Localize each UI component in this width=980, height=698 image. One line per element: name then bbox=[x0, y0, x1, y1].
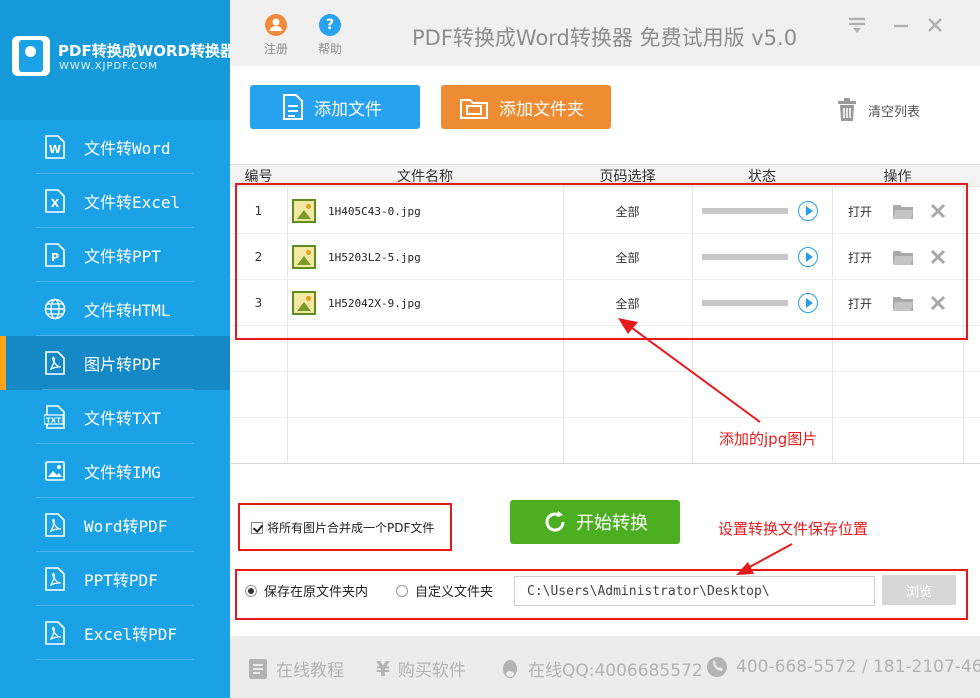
yen-icon: ¥ bbox=[376, 656, 390, 681]
svg-text:W: W bbox=[49, 143, 61, 156]
sidebar-nav: W 文件转Word X 文件转Excel P 文件转PPT 文件转HTML 图片… bbox=[0, 120, 230, 660]
minimize-icon bbox=[894, 24, 908, 28]
online-tutorial-link[interactable]: 在线教程 bbox=[248, 656, 344, 681]
start-convert-button[interactable]: 开始转换 bbox=[510, 500, 680, 544]
title-bar: 注册 ? 帮助 PDF转换成Word转换器 免费试用版 v5.0 bbox=[230, 0, 980, 66]
image-icon bbox=[44, 459, 66, 483]
pdf-file-icon bbox=[44, 351, 66, 375]
user-icon bbox=[265, 14, 287, 36]
app-logo-icon bbox=[12, 36, 50, 76]
logo-title: PDF转换成WORD转换器 bbox=[58, 42, 235, 60]
pdf-file-icon bbox=[44, 567, 66, 591]
add-file-icon bbox=[283, 94, 303, 120]
footer: 在线教程 ¥ 购买软件 在线QQ:4006685572 400-668-5572… bbox=[230, 636, 980, 698]
sidebar-item-file-to-img[interactable]: 文件转IMG bbox=[0, 444, 230, 498]
clear-list-button[interactable]: 清空列表 bbox=[836, 98, 920, 122]
svg-text:TXT: TXT bbox=[46, 417, 61, 425]
sidebar-item-label: 文件转TXT bbox=[84, 409, 161, 428]
sidebar-item-word-to-pdf[interactable]: Word转PDF bbox=[0, 498, 230, 552]
logo-url: WWW.XJPDF.COM bbox=[59, 61, 159, 72]
add-file-label: 添加文件 bbox=[314, 99, 382, 120]
merge-option[interactable]: 将所有图片合并成一个PDF文件 bbox=[251, 519, 434, 536]
minimize-button[interactable] bbox=[890, 14, 912, 36]
close-icon bbox=[928, 18, 942, 32]
buy-software-label: 购买软件 bbox=[397, 661, 466, 681]
custom-folder-radio[interactable] bbox=[396, 584, 408, 597]
add-file-button[interactable]: 添加文件 bbox=[250, 85, 420, 129]
online-qq-link[interactable]: 在线QQ:4006685572 bbox=[500, 656, 703, 681]
trash-icon bbox=[838, 98, 856, 121]
annotation-save-note: 设置转换文件保存位置 bbox=[718, 520, 869, 538]
sidebar-item-image-to-pdf[interactable]: 图片转PDF bbox=[0, 336, 230, 390]
sidebar-item-ppt-to-pdf[interactable]: PPT转PDF bbox=[0, 552, 230, 606]
sidebar-item-file-to-excel[interactable]: X 文件转Excel bbox=[0, 174, 230, 228]
sidebar-item-label: Word转PDF bbox=[84, 517, 168, 536]
sidebar-item-label: 文件转Word bbox=[84, 139, 171, 158]
sidebar-item-label: 图片转PDF bbox=[84, 355, 161, 374]
sidebar-item-label: 文件转IMG bbox=[84, 463, 161, 482]
sidebar-item-file-to-txt[interactable]: TXT 文件转TXT bbox=[0, 390, 230, 444]
sidebar-item-label: PPT转PDF bbox=[84, 571, 158, 590]
add-folder-button[interactable]: 添加文件夹 bbox=[441, 85, 611, 129]
annotation-arrow-rows bbox=[618, 318, 761, 423]
buy-software-link[interactable]: ¥ 购买软件 bbox=[376, 656, 466, 682]
online-qq-label: 在线QQ:4006685572 bbox=[528, 661, 703, 681]
online-tutorial-label: 在线教程 bbox=[276, 661, 344, 681]
phone-label: 400-668-5572 / 181-2107-4602 bbox=[736, 657, 980, 677]
merge-label: 将所有图片合并成一个PDF文件 bbox=[267, 521, 435, 535]
txt-file-icon: TXT bbox=[44, 405, 66, 429]
refresh-icon bbox=[545, 511, 565, 532]
menu-icon bbox=[849, 17, 865, 33]
sidebar-item-file-to-ppt[interactable]: P 文件转PPT bbox=[0, 228, 230, 282]
app-title: PDF转换成Word转换器 免费试用版 v5.0 bbox=[412, 26, 798, 50]
pdf-file-icon bbox=[44, 621, 66, 645]
sidebar-item-label: 文件转PPT bbox=[84, 247, 161, 266]
logo-area: PDF转换成WORD转换器 WWW.XJPDF.COM bbox=[0, 0, 235, 120]
add-folder-icon bbox=[460, 99, 488, 119]
save-original-option[interactable]: 保存在原文件夹内 bbox=[245, 581, 368, 600]
sidebar-item-file-to-html[interactable]: 文件转HTML bbox=[0, 282, 230, 336]
browse-button[interactable]: 浏览 bbox=[882, 575, 956, 605]
save-path-input[interactable] bbox=[514, 576, 875, 606]
help-button[interactable]: ? 帮助 bbox=[310, 14, 350, 57]
pdf-file-icon bbox=[44, 513, 66, 537]
qq-penguin-icon bbox=[503, 659, 517, 678]
sidebar-item-label: 文件转Excel bbox=[84, 193, 181, 212]
register-label: 注册 bbox=[263, 42, 288, 56]
help-label: 帮助 bbox=[317, 42, 342, 56]
menu-button[interactable] bbox=[846, 14, 868, 36]
annotation-box-rows bbox=[235, 183, 968, 340]
word-file-icon: W bbox=[44, 135, 66, 159]
close-button[interactable] bbox=[924, 14, 946, 36]
phone-info: 400-668-5572 / 181-2107-4602 bbox=[706, 656, 980, 678]
globe-icon bbox=[44, 297, 66, 321]
svg-text:P: P bbox=[51, 251, 59, 264]
sidebar-item-label: 文件转HTML bbox=[84, 301, 171, 320]
register-button[interactable]: 注册 bbox=[256, 14, 296, 57]
ppt-file-icon: P bbox=[44, 243, 66, 267]
start-convert-label: 开始转换 bbox=[576, 513, 648, 534]
sidebar-item-file-to-word[interactable]: W 文件转Word bbox=[0, 120, 230, 174]
svg-text:X: X bbox=[51, 197, 60, 210]
clear-list-label: 清空列表 bbox=[868, 104, 921, 120]
excel-file-icon: X bbox=[44, 189, 66, 213]
phone-icon bbox=[707, 657, 727, 677]
help-icon: ? bbox=[319, 14, 341, 36]
document-icon bbox=[249, 658, 267, 679]
sidebar-item-label: Excel转PDF bbox=[84, 625, 178, 644]
merge-checkbox[interactable] bbox=[251, 521, 263, 534]
add-folder-label: 添加文件夹 bbox=[499, 99, 584, 120]
sidebar: PDF转换成WORD转换器 WWW.XJPDF.COM W 文件转Word X … bbox=[0, 0, 235, 698]
custom-folder-option[interactable]: 自定义文件夹 bbox=[396, 581, 493, 600]
sidebar-item-excel-to-pdf[interactable]: Excel转PDF bbox=[0, 606, 230, 660]
save-original-label: 保存在原文件夹内 bbox=[264, 585, 369, 600]
custom-folder-label: 自定义文件夹 bbox=[415, 585, 494, 600]
save-original-radio[interactable] bbox=[245, 584, 257, 597]
annotation-jpg-note: 添加的jpg图片 bbox=[719, 430, 818, 448]
